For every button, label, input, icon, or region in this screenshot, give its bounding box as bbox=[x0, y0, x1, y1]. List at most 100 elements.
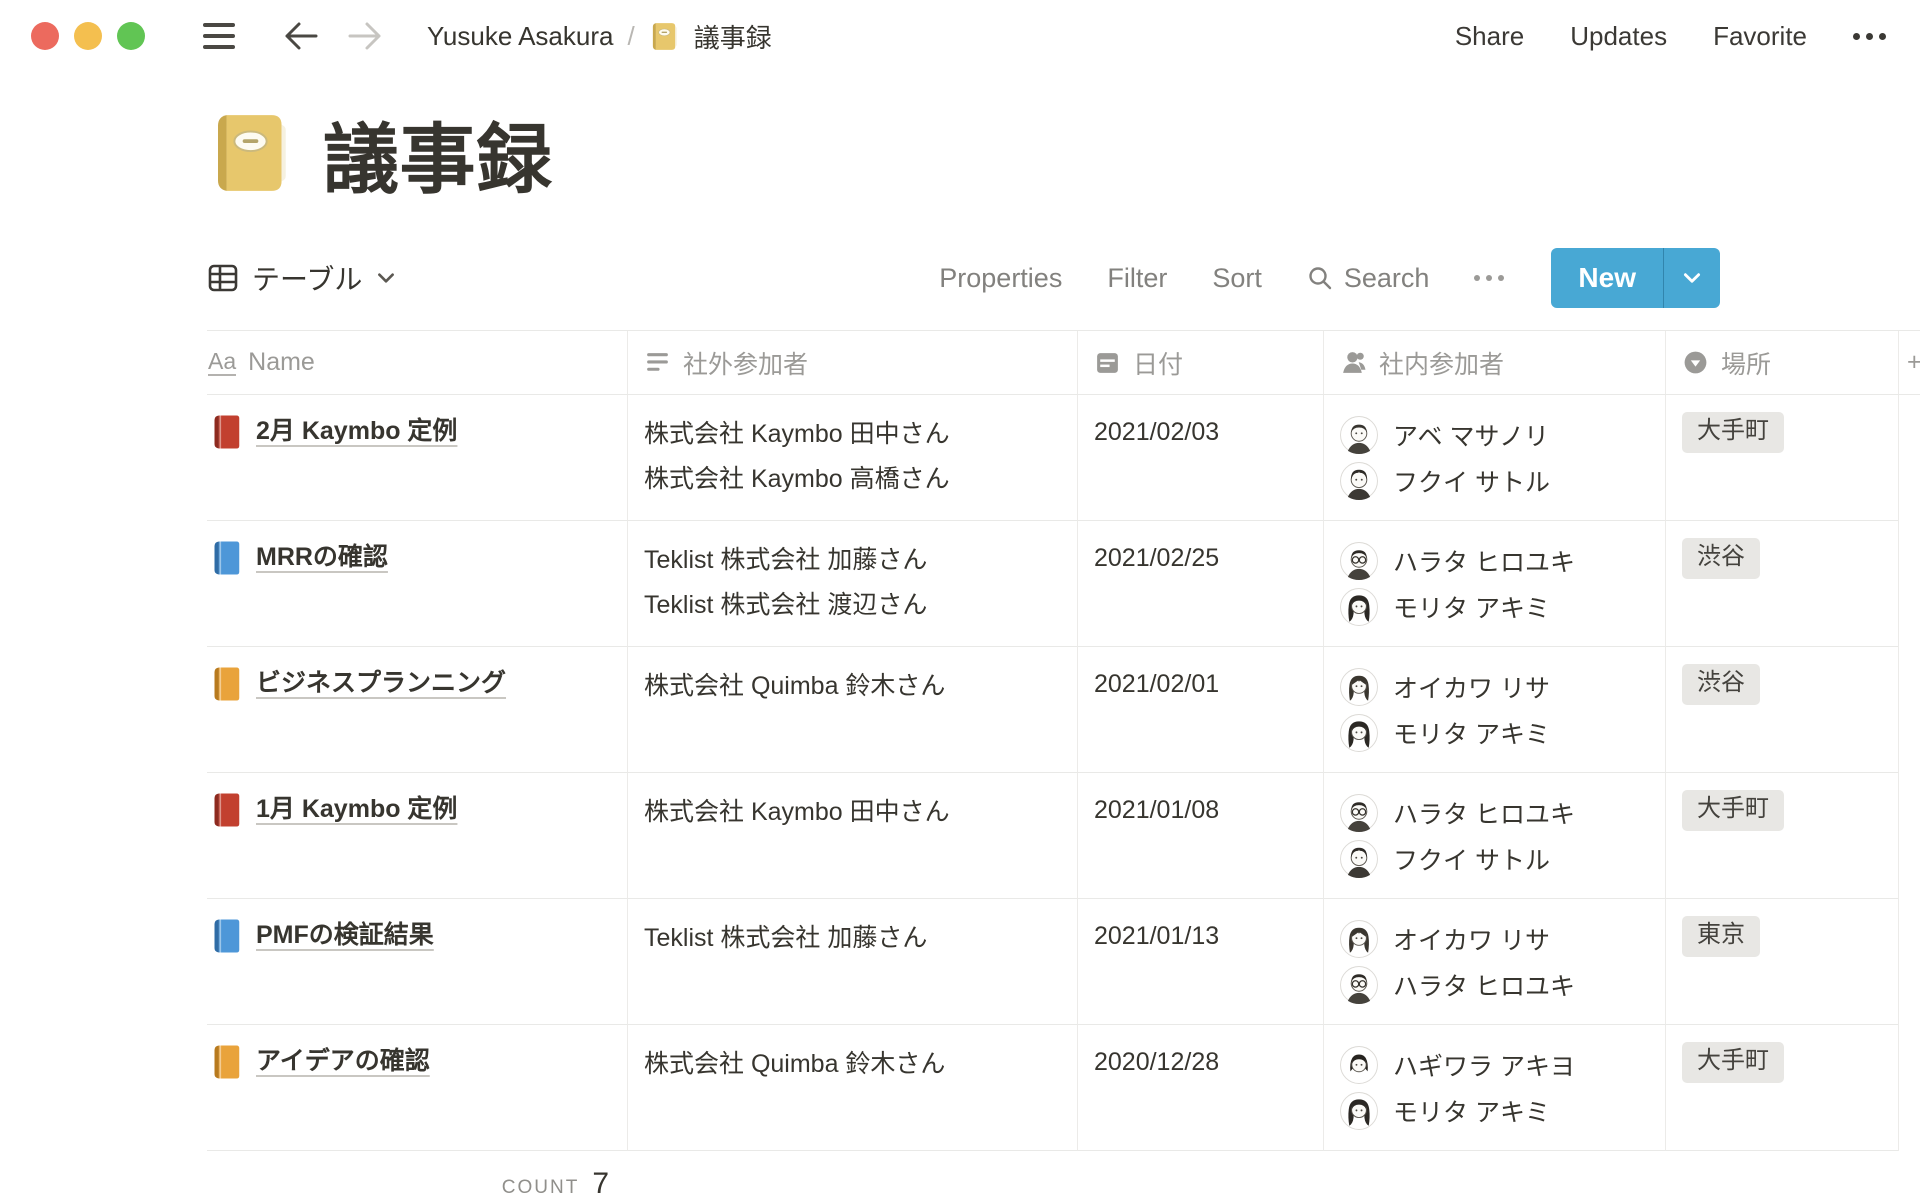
page-link[interactable]: アイデアの確認 bbox=[256, 1042, 430, 1080]
filter-button[interactable]: Filter bbox=[1107, 263, 1167, 294]
column-header-internal[interactable]: 社内参加者 bbox=[1323, 331, 1665, 394]
breadcrumb-user[interactable]: Yusuke Asakura bbox=[427, 21, 613, 52]
database-table: Aa Name 社外参加者 日付 bbox=[207, 330, 1920, 1201]
cell-date[interactable]: 2021/01/08 bbox=[1077, 773, 1323, 899]
location-tag: 大手町 bbox=[1682, 790, 1784, 831]
person-name: ハラタ ヒロユキ bbox=[1393, 543, 1575, 579]
table-header-row: Aa Name 社外参加者 日付 bbox=[207, 330, 1920, 395]
date-value: 2021/02/03 bbox=[1094, 412, 1307, 452]
forward-button[interactable] bbox=[347, 20, 383, 52]
updates-button[interactable]: Updates bbox=[1570, 21, 1667, 52]
avatar bbox=[1340, 542, 1378, 580]
cell-internal-participants[interactable]: オイカワ リサ モリタ アキミ bbox=[1323, 647, 1665, 773]
cell-location[interactable]: 大手町 bbox=[1665, 395, 1898, 521]
column-header-date[interactable]: 日付 bbox=[1077, 331, 1323, 394]
person-name: フクイ サトル bbox=[1393, 841, 1550, 877]
person-name: ハギワラ アキヨ bbox=[1393, 1047, 1575, 1083]
page-title[interactable]: 議事録 bbox=[323, 98, 553, 208]
column-header-external[interactable]: 社外参加者 bbox=[627, 331, 1077, 394]
cell-name[interactable]: 2月 Kaymbo 定例 bbox=[207, 395, 627, 521]
table-row: MRRの確認 Teklist 株式会社 加藤さん Teklist 株式会社 渡辺… bbox=[207, 521, 1920, 647]
page-link[interactable]: MRRの確認 bbox=[256, 538, 388, 576]
avatar bbox=[1340, 794, 1378, 832]
cell-location[interactable]: 渋谷 bbox=[1665, 647, 1898, 773]
cell-internal-participants[interactable]: ハギワラ アキヨ モリタ アキミ bbox=[1323, 1025, 1665, 1151]
cell-location[interactable]: 東京 bbox=[1665, 899, 1898, 1025]
chevron-down-icon bbox=[375, 267, 397, 289]
page-notebook-icon[interactable] bbox=[207, 109, 295, 197]
cell-external-participants[interactable]: Teklist 株式会社 加藤さん Teklist 株式会社 渡辺さん bbox=[627, 521, 1077, 647]
view-more-options-icon[interactable] bbox=[1474, 275, 1504, 281]
book-icon bbox=[209, 917, 242, 955]
avatar bbox=[1340, 668, 1378, 706]
view-selector[interactable]: テーブル bbox=[207, 258, 397, 298]
person-name: モリタ アキミ bbox=[1393, 715, 1550, 751]
breadcrumb-page[interactable]: 議事録 bbox=[694, 18, 772, 55]
cell-internal-participants[interactable]: ハラタ ヒロユキ モリタ アキミ bbox=[1323, 521, 1665, 647]
cell-name[interactable]: PMFの検証結果 bbox=[207, 899, 627, 1025]
cell-empty bbox=[1898, 899, 1920, 1025]
search-button[interactable]: Search bbox=[1307, 263, 1430, 294]
cell-internal-participants[interactable]: アベ マサノリ フクイ サトル bbox=[1323, 395, 1665, 521]
page-link[interactable]: 1月 Kaymbo 定例 bbox=[256, 790, 457, 828]
cell-date[interactable]: 2021/02/25 bbox=[1077, 521, 1323, 647]
cell-external-participants[interactable]: 株式会社 Kaymbo 田中さん 株式会社 Kaymbo 高橋さん bbox=[627, 395, 1077, 521]
properties-button[interactable]: Properties bbox=[939, 263, 1062, 294]
sidebar-menu-icon[interactable] bbox=[203, 23, 235, 49]
new-dropdown-button[interactable] bbox=[1664, 248, 1720, 308]
cell-empty bbox=[1898, 773, 1920, 899]
external-participant: 株式会社 Kaymbo 田中さん bbox=[644, 790, 1061, 835]
table-view-icon bbox=[207, 262, 239, 294]
share-button[interactable]: Share bbox=[1455, 21, 1524, 52]
back-button[interactable] bbox=[283, 20, 319, 52]
person: ハラタ ヒロユキ bbox=[1340, 962, 1649, 1008]
add-column-button[interactable]: + bbox=[1898, 331, 1920, 394]
cell-name[interactable]: ビジネスプランニング bbox=[207, 647, 627, 773]
table-row: PMFの検証結果 Teklist 株式会社 加藤さん 2021/01/13 オイ… bbox=[207, 899, 1920, 1025]
page-header: 議事録 bbox=[207, 98, 553, 208]
favorite-button[interactable]: Favorite bbox=[1713, 21, 1807, 52]
cell-date[interactable]: 2021/01/13 bbox=[1077, 899, 1323, 1025]
cell-name[interactable]: MRRの確認 bbox=[207, 521, 627, 647]
page-link[interactable]: 2月 Kaymbo 定例 bbox=[256, 412, 457, 450]
cell-name[interactable]: 1月 Kaymbo 定例 bbox=[207, 773, 627, 899]
cell-location[interactable]: 大手町 bbox=[1665, 773, 1898, 899]
book-icon bbox=[209, 665, 242, 703]
cell-internal-participants[interactable]: オイカワ リサ ハラタ ヒロユキ bbox=[1323, 899, 1665, 1025]
cell-date[interactable]: 2021/02/01 bbox=[1077, 647, 1323, 773]
cell-internal-participants[interactable]: ハラタ ヒロユキ フクイ サトル bbox=[1323, 773, 1665, 899]
page-link[interactable]: ビジネスプランニング bbox=[256, 664, 506, 702]
avatar bbox=[1340, 462, 1378, 500]
cell-date[interactable]: 2020/12/28 bbox=[1077, 1025, 1323, 1151]
breadcrumb: Yusuke Asakura / 議事録 bbox=[427, 18, 772, 55]
location-tag: 大手町 bbox=[1682, 412, 1784, 453]
zoom-window-button[interactable] bbox=[117, 22, 145, 50]
cell-location[interactable]: 大手町 bbox=[1665, 1025, 1898, 1151]
new-button[interactable]: New bbox=[1551, 248, 1663, 308]
avatar bbox=[1340, 1046, 1378, 1084]
column-header-name[interactable]: Aa Name bbox=[207, 331, 627, 394]
external-participant: Teklist 株式会社 加藤さん bbox=[644, 538, 1061, 583]
sort-button[interactable]: Sort bbox=[1212, 263, 1262, 294]
table-footer: COUNT 7 bbox=[207, 1151, 627, 1201]
cell-external-participants[interactable]: 株式会社 Quimba 鈴木さん bbox=[627, 1025, 1077, 1151]
minimize-window-button[interactable] bbox=[74, 22, 102, 50]
cell-location[interactable]: 渋谷 bbox=[1665, 521, 1898, 647]
cell-empty bbox=[1898, 647, 1920, 773]
cell-external-participants[interactable]: 株式会社 Quimba 鈴木さん bbox=[627, 647, 1077, 773]
person-name: オイカワ リサ bbox=[1393, 921, 1550, 957]
more-options-icon[interactable] bbox=[1853, 33, 1886, 40]
external-participant: 株式会社 Quimba 鈴木さん bbox=[644, 1042, 1061, 1087]
cell-external-participants[interactable]: Teklist 株式会社 加藤さん bbox=[627, 899, 1077, 1025]
page-link[interactable]: PMFの検証結果 bbox=[256, 916, 434, 954]
cell-name[interactable]: アイデアの確認 bbox=[207, 1025, 627, 1151]
avatar bbox=[1340, 714, 1378, 752]
cell-empty bbox=[1898, 521, 1920, 647]
window-titlebar: Yusuke Asakura / 議事録 Share Updates Favor… bbox=[0, 0, 1920, 72]
cell-date[interactable]: 2021/02/03 bbox=[1077, 395, 1323, 521]
column-header-location[interactable]: 場所 bbox=[1665, 331, 1898, 394]
close-window-button[interactable] bbox=[31, 22, 59, 50]
cell-empty bbox=[1898, 395, 1920, 521]
cell-external-participants[interactable]: 株式会社 Kaymbo 田中さん bbox=[627, 773, 1077, 899]
column-label: 社内参加者 bbox=[1379, 345, 1504, 381]
